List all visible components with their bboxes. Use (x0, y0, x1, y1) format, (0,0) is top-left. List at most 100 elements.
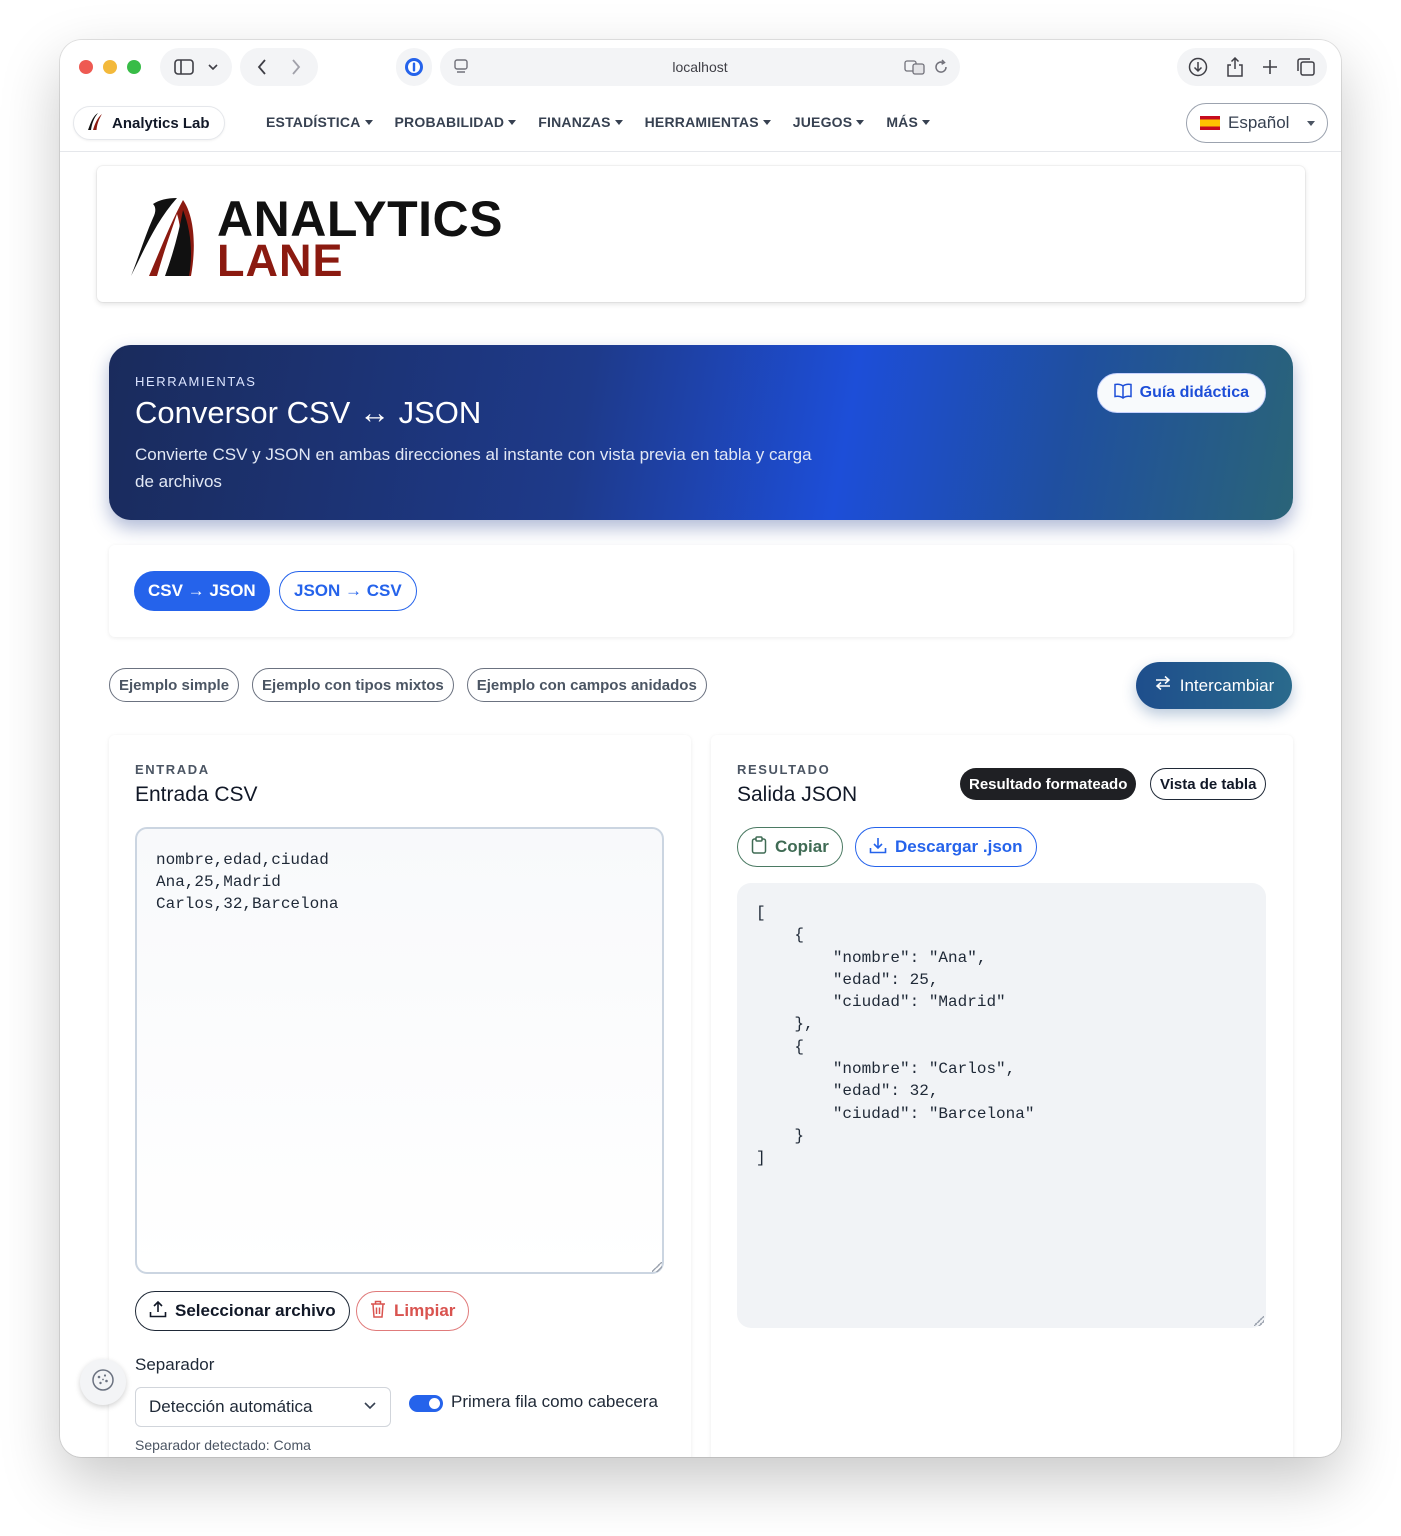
separator-label: Separador (135, 1355, 215, 1374)
example-mixed-types-button[interactable]: Ejemplo con tipos mixtos (252, 668, 454, 702)
url-text: localhost (672, 59, 728, 75)
menu-probabilidad[interactable]: PROBABILIDAD (395, 114, 517, 130)
select-file-label: Seleccionar archivo (175, 1301, 336, 1320)
chevron-down-icon (208, 64, 218, 70)
input-eyebrow: ENTRADA (135, 762, 210, 777)
analytics-lane-logo-icon (131, 196, 211, 283)
menu-estadistica[interactable]: ESTADÍSTICA (266, 114, 373, 130)
menu-mas[interactable]: MÁS (886, 114, 931, 130)
example-nested-fields-button[interactable]: Ejemplo con campos anidados (466, 668, 707, 702)
output-panel: RESULTADO Salida JSON Resultado formatea… (711, 735, 1293, 1457)
menu-label: JUEGOS (792, 114, 853, 130)
output-title: Salida JSON (737, 783, 858, 806)
sidebar-toggle-button[interactable] (160, 48, 232, 86)
swap-button[interactable]: Intercambiar (1136, 662, 1292, 709)
page-content: ANALYTICS LANE HERRAMIENTAS Conversor CS… (60, 153, 1341, 1457)
json-to-csv-tab[interactable]: JSON → CSV (279, 571, 417, 611)
caret-down-icon (614, 119, 623, 125)
share-icon[interactable] (1226, 57, 1244, 77)
back-icon[interactable] (257, 59, 267, 75)
logo-banner: ANALYTICS LANE (97, 166, 1305, 302)
resize-handle-icon[interactable] (1254, 1316, 1264, 1326)
brand-link[interactable]: Analytics Lab (73, 106, 225, 140)
header-row-label: Primera fila como cabecera (451, 1392, 658, 1411)
password-manager-icon (404, 57, 424, 77)
page-title: Conversor CSV ↔ JSON (135, 395, 482, 430)
download-json-button[interactable]: Descargar .json (855, 827, 1037, 867)
caret-down-icon (364, 119, 373, 125)
language-label: Español (1228, 113, 1290, 132)
table-view-tab[interactable]: Vista de tabla (1150, 768, 1267, 800)
menu-label: HERRAMIENTAS (644, 114, 759, 130)
hero-header: HERRAMIENTAS Conversor CSV ↔ JSON Convie… (109, 345, 1293, 520)
menu-juegos[interactable]: JUEGOS (793, 114, 865, 130)
history-nav (240, 48, 318, 86)
chevron-down-icon (364, 1402, 376, 1410)
caret-down-icon (762, 119, 771, 125)
site-navbar: Analytics Lab ESTADÍSTICA PROBABILIDAD F… (60, 102, 1341, 152)
guide-label: Guía didáctica (1139, 384, 1249, 401)
menu-label: FINANZAS (538, 114, 611, 130)
logo-wordmark-bottom: LANE (217, 235, 344, 286)
upload-icon (149, 1300, 167, 1323)
input-title: Entrada CSV (135, 783, 258, 806)
address-bar[interactable]: localhost (440, 48, 960, 86)
swap-label: Intercambiar (1179, 675, 1275, 695)
cookie-settings-button[interactable] (80, 1359, 126, 1405)
separator-select[interactable]: Detección automática (135, 1387, 391, 1427)
browser-window: localhost Analytics Lab ESTADÍSTICA PROB… (60, 40, 1341, 1457)
sidebar-icon (174, 59, 194, 75)
reload-icon[interactable] (934, 59, 948, 80)
translate-icon[interactable] (904, 59, 926, 80)
clear-label: Limpiar (394, 1301, 456, 1320)
menu-label: MÁS (886, 114, 919, 130)
password-manager-button[interactable] (396, 48, 432, 86)
copy-button[interactable]: Copiar (737, 827, 843, 867)
maximize-window-button[interactable] (127, 60, 141, 74)
new-tab-icon[interactable] (1262, 59, 1278, 75)
menu-finanzas[interactable]: FINANZAS (538, 114, 623, 130)
language-select[interactable]: Español (1186, 103, 1328, 143)
main-menu: ESTADÍSTICA PROBABILIDAD FINANZAS HERRAM… (266, 114, 931, 130)
formatted-view-tab[interactable]: Resultado formateado (960, 768, 1137, 800)
tab-overview-icon[interactable] (1296, 57, 1316, 77)
output-eyebrow: RESULTADO (737, 762, 831, 777)
close-window-button[interactable] (79, 60, 93, 74)
select-file-button[interactable]: Seleccionar archivo (135, 1291, 350, 1331)
mode-selector: CSV → JSON JSON → CSV (109, 545, 1293, 637)
downloads-icon[interactable] (1188, 57, 1208, 77)
minimize-window-button[interactable] (103, 60, 117, 74)
cookie-icon (91, 1368, 115, 1397)
browser-chrome: localhost Analytics Lab ESTADÍSTICA PROB… (60, 40, 1341, 152)
csv-to-json-tab[interactable]: CSV → JSON (134, 571, 270, 611)
guide-button[interactable]: Guía didáctica (1096, 373, 1266, 413)
separator-value: Detección automática (149, 1397, 313, 1416)
swap-icon (1154, 675, 1172, 696)
browser-actions (1177, 48, 1327, 86)
example-simple-button[interactable]: Ejemplo simple (109, 668, 240, 702)
menu-label: PROBABILIDAD (394, 114, 505, 130)
csv-input-textarea[interactable]: nombre,edad,ciudad Ana,25,Madrid Carlos,… (135, 827, 664, 1274)
caret-down-icon (856, 119, 865, 125)
json-output[interactable]: [ { "nombre": "Ana", "edad": 25, "ciudad… (737, 883, 1266, 1328)
download-label: Descargar .json (895, 837, 1023, 856)
brand-name: Analytics Lab (112, 114, 210, 132)
resize-handle-icon[interactable] (652, 1262, 662, 1272)
input-panel: ENTRADA Entrada CSV nombre,edad,ciudad A… (109, 735, 691, 1457)
spain-flag-icon (1200, 116, 1220, 130)
page-description: Convierte CSV y JSON en ambas direccione… (135, 445, 812, 491)
book-icon (1113, 383, 1132, 404)
detected-separator-text: Separador detectado: Coma (135, 1437, 311, 1453)
menu-label: ESTADÍSTICA (266, 114, 361, 130)
caret-down-icon (508, 119, 517, 125)
copy-label: Copiar (775, 837, 829, 856)
download-icon (869, 836, 887, 859)
forward-icon[interactable] (291, 59, 301, 75)
menu-herramientas[interactable]: HERRAMIENTAS (645, 114, 771, 130)
clipboard-icon (751, 835, 767, 859)
trash-icon (370, 1300, 386, 1323)
header-row-toggle[interactable] (409, 1395, 443, 1412)
clear-button[interactable]: Limpiar (356, 1291, 470, 1331)
example-buttons: Ejemplo simple Ejemplo con tipos mixtos … (109, 668, 707, 702)
caret-down-icon (922, 119, 931, 125)
